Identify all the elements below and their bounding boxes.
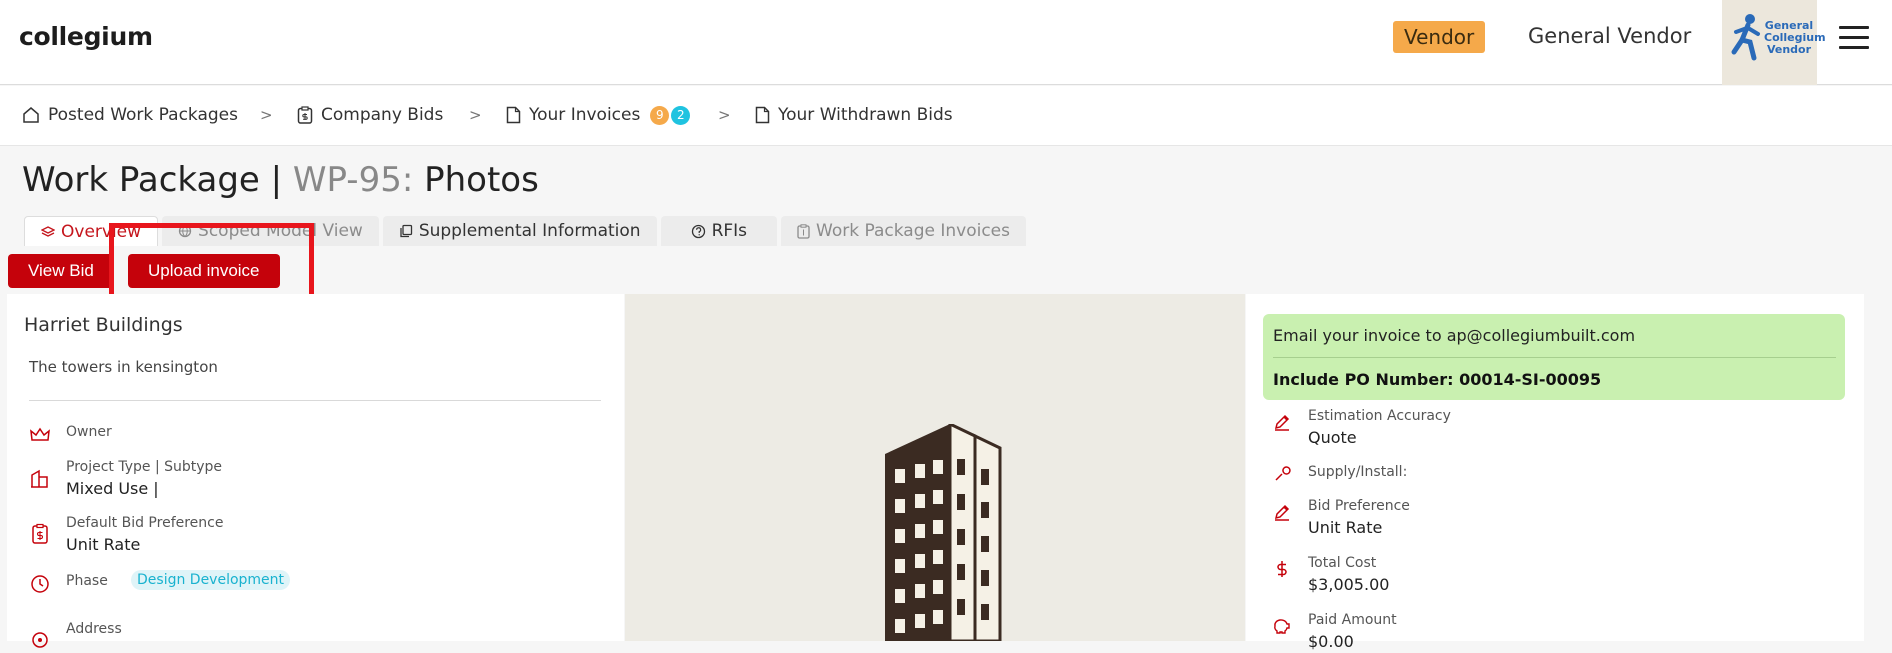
pencil-icon	[1274, 414, 1290, 431]
dollar-icon	[1277, 561, 1287, 577]
nav-bar: Posted Work Packages > Company Bids > Yo…	[0, 86, 1892, 146]
building-illustration	[885, 424, 1002, 641]
nav-separator: >	[260, 106, 273, 124]
project-details-card: Harriet Buildings The towers in kensingt…	[7, 294, 624, 648]
hamburger-menu-icon[interactable]	[1839, 26, 1869, 49]
invoice-count-badge-paid: 2	[671, 105, 691, 125]
role-badge: Vendor	[1393, 21, 1486, 53]
nav-your-invoices[interactable]: Your Invoices 9 2	[506, 105, 691, 125]
help-circle-icon	[691, 224, 705, 238]
nav-separator: >	[718, 106, 731, 124]
project-description: The towers in kensington	[29, 358, 218, 376]
invoice-instructions-box: Email your invoice to ap@collegiumbuilt.…	[1263, 314, 1845, 400]
wrench-icon	[1275, 466, 1291, 481]
view-bid-button[interactable]: View Bid	[8, 254, 114, 288]
page-title: Work Package | WP-95: Photos	[22, 160, 539, 200]
nav-company-bids[interactable]: Company Bids	[297, 105, 443, 125]
crown-icon	[30, 427, 50, 441]
location-pin-icon	[32, 632, 48, 648]
vendor-name: General Vendor	[1528, 24, 1692, 48]
clipboard-dollar-icon	[297, 106, 313, 124]
wp-name: Photos	[424, 160, 539, 200]
invoice-count-badge-pending: 9	[650, 105, 670, 125]
phase-badge: Design Development	[131, 570, 291, 590]
runner-icon	[1731, 14, 1760, 61]
home-icon	[23, 107, 39, 123]
invoice-details-card: Email your invoice to ap@collegiumbuilt.…	[1246, 294, 1864, 651]
po-number-text: Include PO Number: 00014-SI-00095	[1273, 370, 1602, 389]
document-icon	[755, 106, 770, 124]
clock-icon	[31, 575, 49, 593]
copy-icon	[400, 224, 412, 238]
pencil-icon	[1274, 504, 1290, 521]
divider	[29, 400, 601, 401]
buildings-icon	[31, 469, 48, 488]
nav-posted-work-packages[interactable]: Posted Work Packages	[22, 105, 238, 125]
layers-icon	[41, 225, 55, 237]
tab-rfis[interactable]: RFIs	[660, 216, 778, 246]
avatar-text: General Collegium Vendor	[1764, 19, 1826, 56]
project-image	[625, 294, 1245, 641]
piggy-bank-icon	[1274, 619, 1290, 634]
top-bar: collegium Vendor General Vendor General …	[0, 0, 1892, 85]
tab-work-package-invoices[interactable]: Work Package Invoices	[781, 216, 1027, 246]
tab-supplemental-information[interactable]: Supplemental Information	[382, 216, 657, 246]
wp-code: WP-95:	[292, 160, 414, 200]
clipboard-dollar-icon	[797, 223, 810, 239]
avatar[interactable]: General Collegium Vendor	[1722, 0, 1826, 85]
clipboard-dollar-icon	[32, 523, 48, 544]
project-name: Harriet Buildings	[24, 314, 183, 336]
nav-separator: >	[469, 106, 482, 124]
invoice-email-text: Email your invoice to ap@collegiumbuilt.…	[1273, 326, 1636, 345]
document-icon	[506, 106, 521, 124]
nav-withdrawn-bids[interactable]: Your Withdrawn Bids	[755, 105, 953, 125]
brand-logo[interactable]: collegium	[19, 22, 153, 51]
